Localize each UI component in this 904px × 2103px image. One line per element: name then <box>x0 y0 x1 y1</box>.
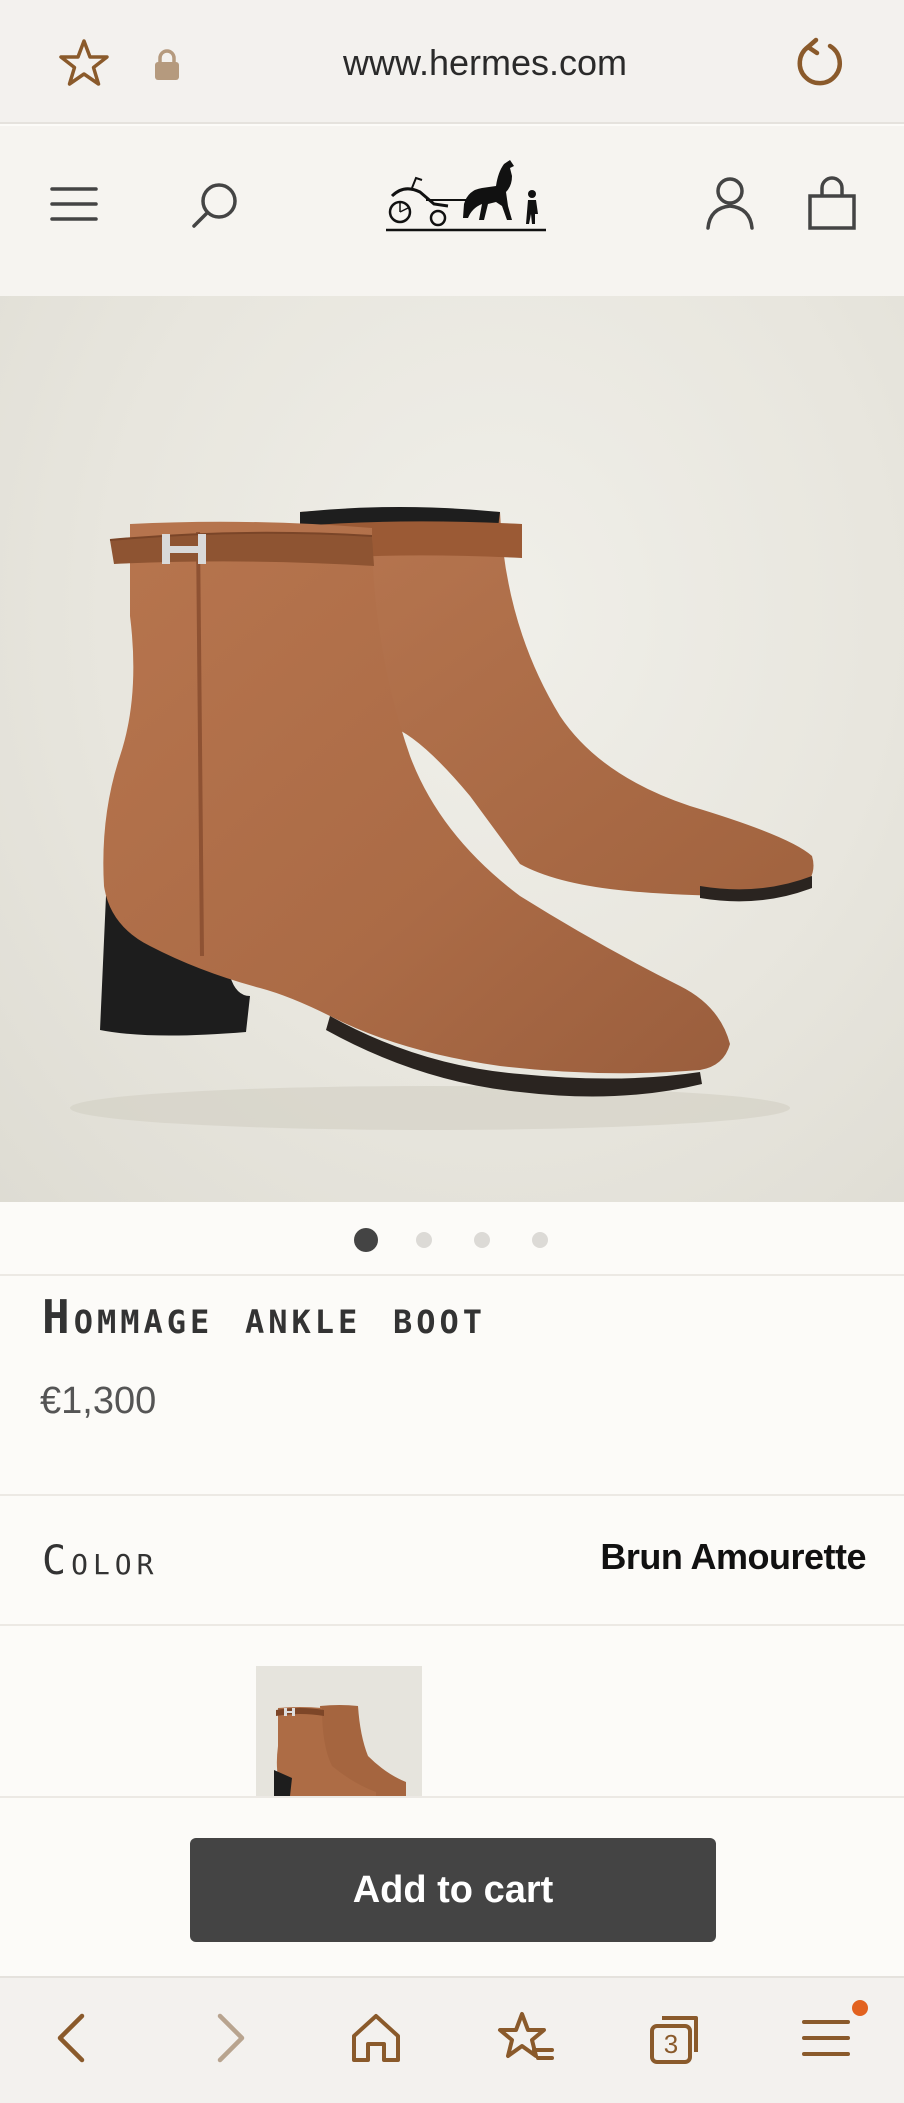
back-icon[interactable] <box>44 2008 104 2068</box>
forward-icon[interactable] <box>198 2008 258 2068</box>
carousel-dot-4[interactable] <box>532 1232 548 1248</box>
product-image[interactable] <box>0 296 904 1202</box>
carousel-dot-2[interactable] <box>416 1232 432 1248</box>
color-swatch-thumbnail[interactable] <box>256 1666 422 1796</box>
site-header <box>0 126 904 296</box>
hermes-logo[interactable] <box>386 156 546 256</box>
url-field[interactable]: www.hermes.com <box>240 38 730 88</box>
add-to-cart-bar: Add to cart <box>0 1796 904 1976</box>
bag-icon[interactable] <box>806 174 858 232</box>
search-icon[interactable] <box>188 178 242 232</box>
add-to-cart-button[interactable]: Add to cart <box>190 1838 716 1942</box>
color-label: Color <box>42 1538 159 1584</box>
carousel-indicator <box>0 1202 904 1276</box>
favorites-icon[interactable] <box>496 2008 556 2068</box>
divider <box>0 1624 904 1626</box>
lock-icon <box>152 48 182 82</box>
carousel-dot-1[interactable] <box>354 1228 378 1252</box>
menu-icon[interactable] <box>48 178 100 230</box>
notification-badge <box>852 2000 868 2016</box>
reload-icon[interactable] <box>792 36 846 90</box>
product-title: Hommage ankle boot <box>42 1290 487 1344</box>
product-price: €1,300 <box>40 1380 157 1422</box>
star-icon[interactable] <box>56 36 112 92</box>
browser-address-bar: www.hermes.com <box>0 0 904 124</box>
color-selector[interactable]: Color Brun Amourette <box>0 1496 904 1624</box>
menu-icon[interactable] <box>796 2008 856 2068</box>
boots-illustration <box>70 507 814 1130</box>
color-value: Brun Amourette <box>600 1536 866 1577</box>
account-icon[interactable] <box>704 174 756 232</box>
tabs-icon[interactable]: 3 <box>646 2008 706 2068</box>
home-icon[interactable] <box>346 2008 406 2068</box>
tab-count: 3 <box>664 2029 678 2059</box>
browser-bottom-nav: 3 <box>0 1976 904 2103</box>
carousel-dot-3[interactable] <box>474 1232 490 1248</box>
